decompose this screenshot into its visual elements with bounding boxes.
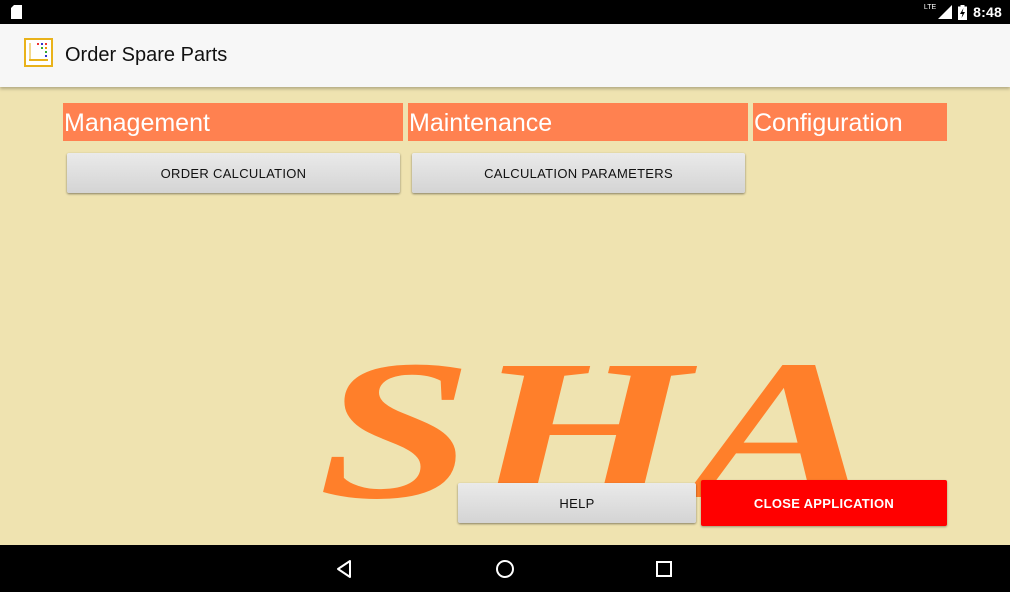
section-configuration: Configuration bbox=[753, 103, 947, 141]
signal-icon bbox=[938, 5, 953, 19]
back-icon[interactable] bbox=[333, 557, 357, 581]
status-bar: LTE 8:48 bbox=[0, 0, 1010, 24]
section-maintenance: Maintenance bbox=[408, 103, 748, 141]
section-management: Management bbox=[63, 103, 403, 141]
battery-charging-icon bbox=[958, 4, 968, 20]
calculation-parameters-button[interactable]: CALCULATION PARAMETERS bbox=[412, 153, 745, 193]
app-bar: Order Spare Parts bbox=[0, 24, 1010, 87]
app-logo-icon bbox=[24, 38, 53, 67]
help-button[interactable]: HELP bbox=[458, 483, 696, 523]
status-icons: LTE 8:48 bbox=[924, 0, 1002, 24]
navigation-bar bbox=[0, 545, 1010, 592]
recents-icon[interactable] bbox=[652, 557, 676, 581]
network-type-label: LTE bbox=[923, 3, 937, 11]
order-calculation-button[interactable]: ORDER CALCULATION bbox=[67, 153, 400, 193]
close-application-button[interactable]: CLOSE APPLICATION bbox=[701, 480, 947, 526]
home-icon[interactable] bbox=[493, 557, 517, 581]
app-title: Order Spare Parts bbox=[65, 44, 228, 66]
sd-card-icon bbox=[11, 5, 22, 19]
clock: 8:48 bbox=[973, 4, 1002, 20]
